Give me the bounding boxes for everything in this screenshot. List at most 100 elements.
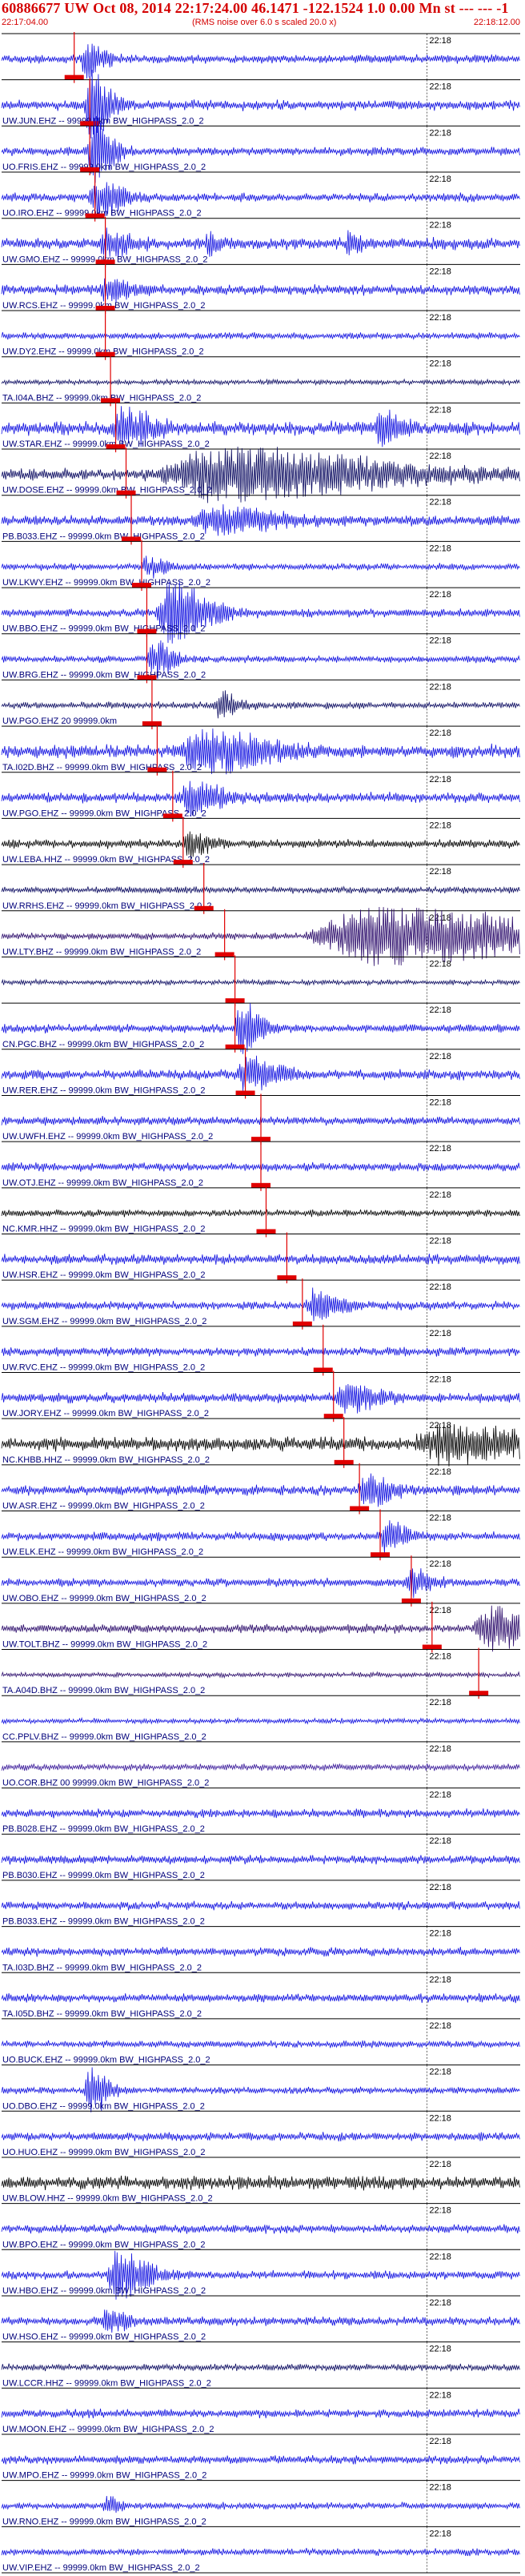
pick-marker [122,536,141,542]
tick-label: 22:18 [429,451,451,461]
trace-label: UW.BLOW.HHZ -- 99999.0km BW_HIGHPASS_2.0… [2,2194,213,2204]
waveform [1,1671,520,1679]
trace-label: UW.LTY.BHZ -- 99999.0km BW_HIGHPASS_2.0_… [2,947,201,957]
pick-marker [131,583,151,588]
waveform [1,1900,520,1911]
tick-label: 22:18 [429,959,451,969]
tick-label: 22:18 [429,2298,451,2308]
tick-label: 22:18 [429,1929,451,1939]
trace-label: NC.KHBB.HHZ -- 99999.0km BW_HIGHPASS_2.0… [2,1455,210,1465]
tick-label: 22:18 [429,636,451,646]
tick-label: 22:18 [429,1698,451,1707]
trace-label: UW.PGO.EHZ 20 99999.0km [2,716,117,726]
trace-label: UO.HUO.EHZ -- 99999.0km BW_HIGHPASS_2.0_… [2,2148,206,2157]
pick-marker [277,1275,297,1281]
waveform [1,504,520,536]
pick-marker [142,721,162,727]
trace-label: UW.STAR.EHZ -- 99999.0km BW_HIGHPASS_2.0… [2,439,210,449]
tick-label: 22:18 [429,2437,451,2446]
tick-label: 22:18 [429,913,451,923]
waveform [1,1855,520,1865]
tick-label: 22:18 [429,1606,451,1615]
pick-marker [334,1459,354,1465]
trace-label: UW.UWFH.EHZ -- 99999.0km BW_HIGHPASS_2.0… [2,1132,213,1142]
pick-marker [469,1691,489,1696]
trace-label: PB.B030.EHZ -- 99999.0km BW_HIGHPASS_2.0… [2,1871,205,1880]
tick-label: 22:18 [429,1236,451,1246]
waveform [1,2495,520,2513]
tick-label: 22:18 [429,2483,451,2493]
waveform [1,1346,520,1357]
trace-label: UW.HSR.EHZ -- 99999.0km BW_HIGHPASS_2.0_… [2,1270,206,1280]
pick-marker [147,767,167,772]
trace-label: UW.LCCR.HHZ -- 99999.0km BW_HIGHPASS_2.0… [2,2378,211,2388]
trace-label: CC.PPLV.BHZ -- 99999.0km BW_HIGHPASS_2.0… [2,1732,206,1742]
trace-label: UW.JUN.EHZ -- 99999.0km BW_HIGHPASS_2.0_… [2,116,204,126]
trace-label: UW.HSO.EHZ -- 99999.0km BW_HIGHPASS_2.0_… [2,2333,206,2342]
tick-label: 22:18 [429,221,451,231]
tick-label: 22:18 [429,867,451,877]
tick-label: 22:18 [429,1514,451,1523]
tick-label: 22:18 [429,2529,451,2538]
tick-label: 22:18 [429,1836,451,1846]
waveform [1,2408,520,2419]
trace-label: UW.SGM.EHZ -- 99999.0km BW_HIGHPASS_2.0_… [2,1317,206,1326]
pick-marker [95,351,115,357]
pick-marker [116,490,136,496]
trace-label: TA.I05D.BHZ -- 99999.0km BW_HIGHPASS_2.0… [2,2009,202,2019]
trace-label: PB.B033.EHZ -- 99999.0km BW_HIGHPASS_2.0… [2,532,205,541]
tick-label: 22:18 [429,1744,451,1754]
pick-marker [371,1552,391,1558]
tick-label: 22:18 [429,2068,451,2077]
trace-label: UW.BBO.EHZ -- 99999.0km BW_HIGHPASS_2.0_… [2,624,206,634]
pick-marker [251,1182,271,1188]
trace-label: UW.ASR.EHZ -- 99999.0km BW_HIGHPASS_2.0_… [2,1502,205,1511]
tick-label: 22:18 [429,1559,451,1569]
pick-marker [162,813,182,819]
pick-marker [194,905,214,911]
trace-label: CN.PGC.BHZ -- 99999.0km BW_HIGHPASS_2.0_… [2,1040,204,1049]
tick-label: 22:18 [429,544,451,553]
waveform [1,2455,520,2465]
waveform [1,278,520,303]
waveform [1,2175,520,2191]
tick-label: 22:18 [429,1467,451,1477]
pick-marker [401,1598,421,1603]
tick-label: 22:18 [429,2113,451,2123]
pick-marker [422,1644,442,1650]
seismogram-plot: 22:18 22:18 UW.JUN.EHZ -- 99999.0km BW_HIG… [1,32,520,2574]
tick-label: 22:18 [429,267,451,276]
pick-marker [292,1321,312,1326]
tick-label: 22:18 [429,1975,451,1984]
waveform [1,977,520,987]
tick-label: 22:18 [429,821,451,830]
tick-label: 22:18 [429,2390,451,2400]
trace-label: PB.B028.EHZ -- 99999.0km BW_HIGHPASS_2.0… [2,1824,205,1834]
waveform [1,2309,520,2333]
trace-label: UW.RER.EHZ -- 99999.0km BW_HIGHPASS_2.0_… [2,1085,206,1095]
tick-label: 22:18 [429,2345,451,2354]
trace-label: TA.I03D.BHZ -- 99999.0km BW_HIGHPASS_2.0… [2,1963,202,1972]
pick-marker [323,1414,343,1419]
pick-marker [173,860,193,865]
waveform [1,2363,520,2372]
pick-marker [350,1506,370,1511]
tick-label: 22:18 [429,2206,451,2216]
trace-label: UW.OTJ.EHZ -- 99999.0km BW_HIGHPASS_2.0_… [2,1178,203,1188]
pick-marker [225,1044,245,1049]
tick-label: 22:18 [429,498,451,508]
tick-label: 22:18 [429,175,451,184]
tick-label: 22:18 [429,1329,451,1338]
tick-label: 22:18 [429,1375,451,1385]
tick-label: 22:18 [429,1052,451,1061]
waveform [1,331,520,341]
trace-label: UW.VIP.EHZ -- 99999.0km BW_HIGHPASS_2.0_… [2,2563,200,2573]
waveform [1,1716,520,1725]
waveform [1,2132,520,2142]
trace-label: TA.I02D.BHZ -- 99999.0km BW_HIGHPASS_2.0… [2,763,202,772]
trace-label: UW.TOLT.BHZ -- 99999.0km BW_HIGHPASS_2.0… [2,1640,207,1650]
tick-label: 22:18 [429,359,451,369]
tick-label: 22:18 [429,1883,451,1892]
trace-label: UW.JORY.EHZ -- 99999.0km BW_HIGHPASS_2.0… [2,1409,209,1418]
trace-label: UW.ELK.EHZ -- 99999.0km BW_HIGHPASS_2.0_… [2,1547,203,1557]
